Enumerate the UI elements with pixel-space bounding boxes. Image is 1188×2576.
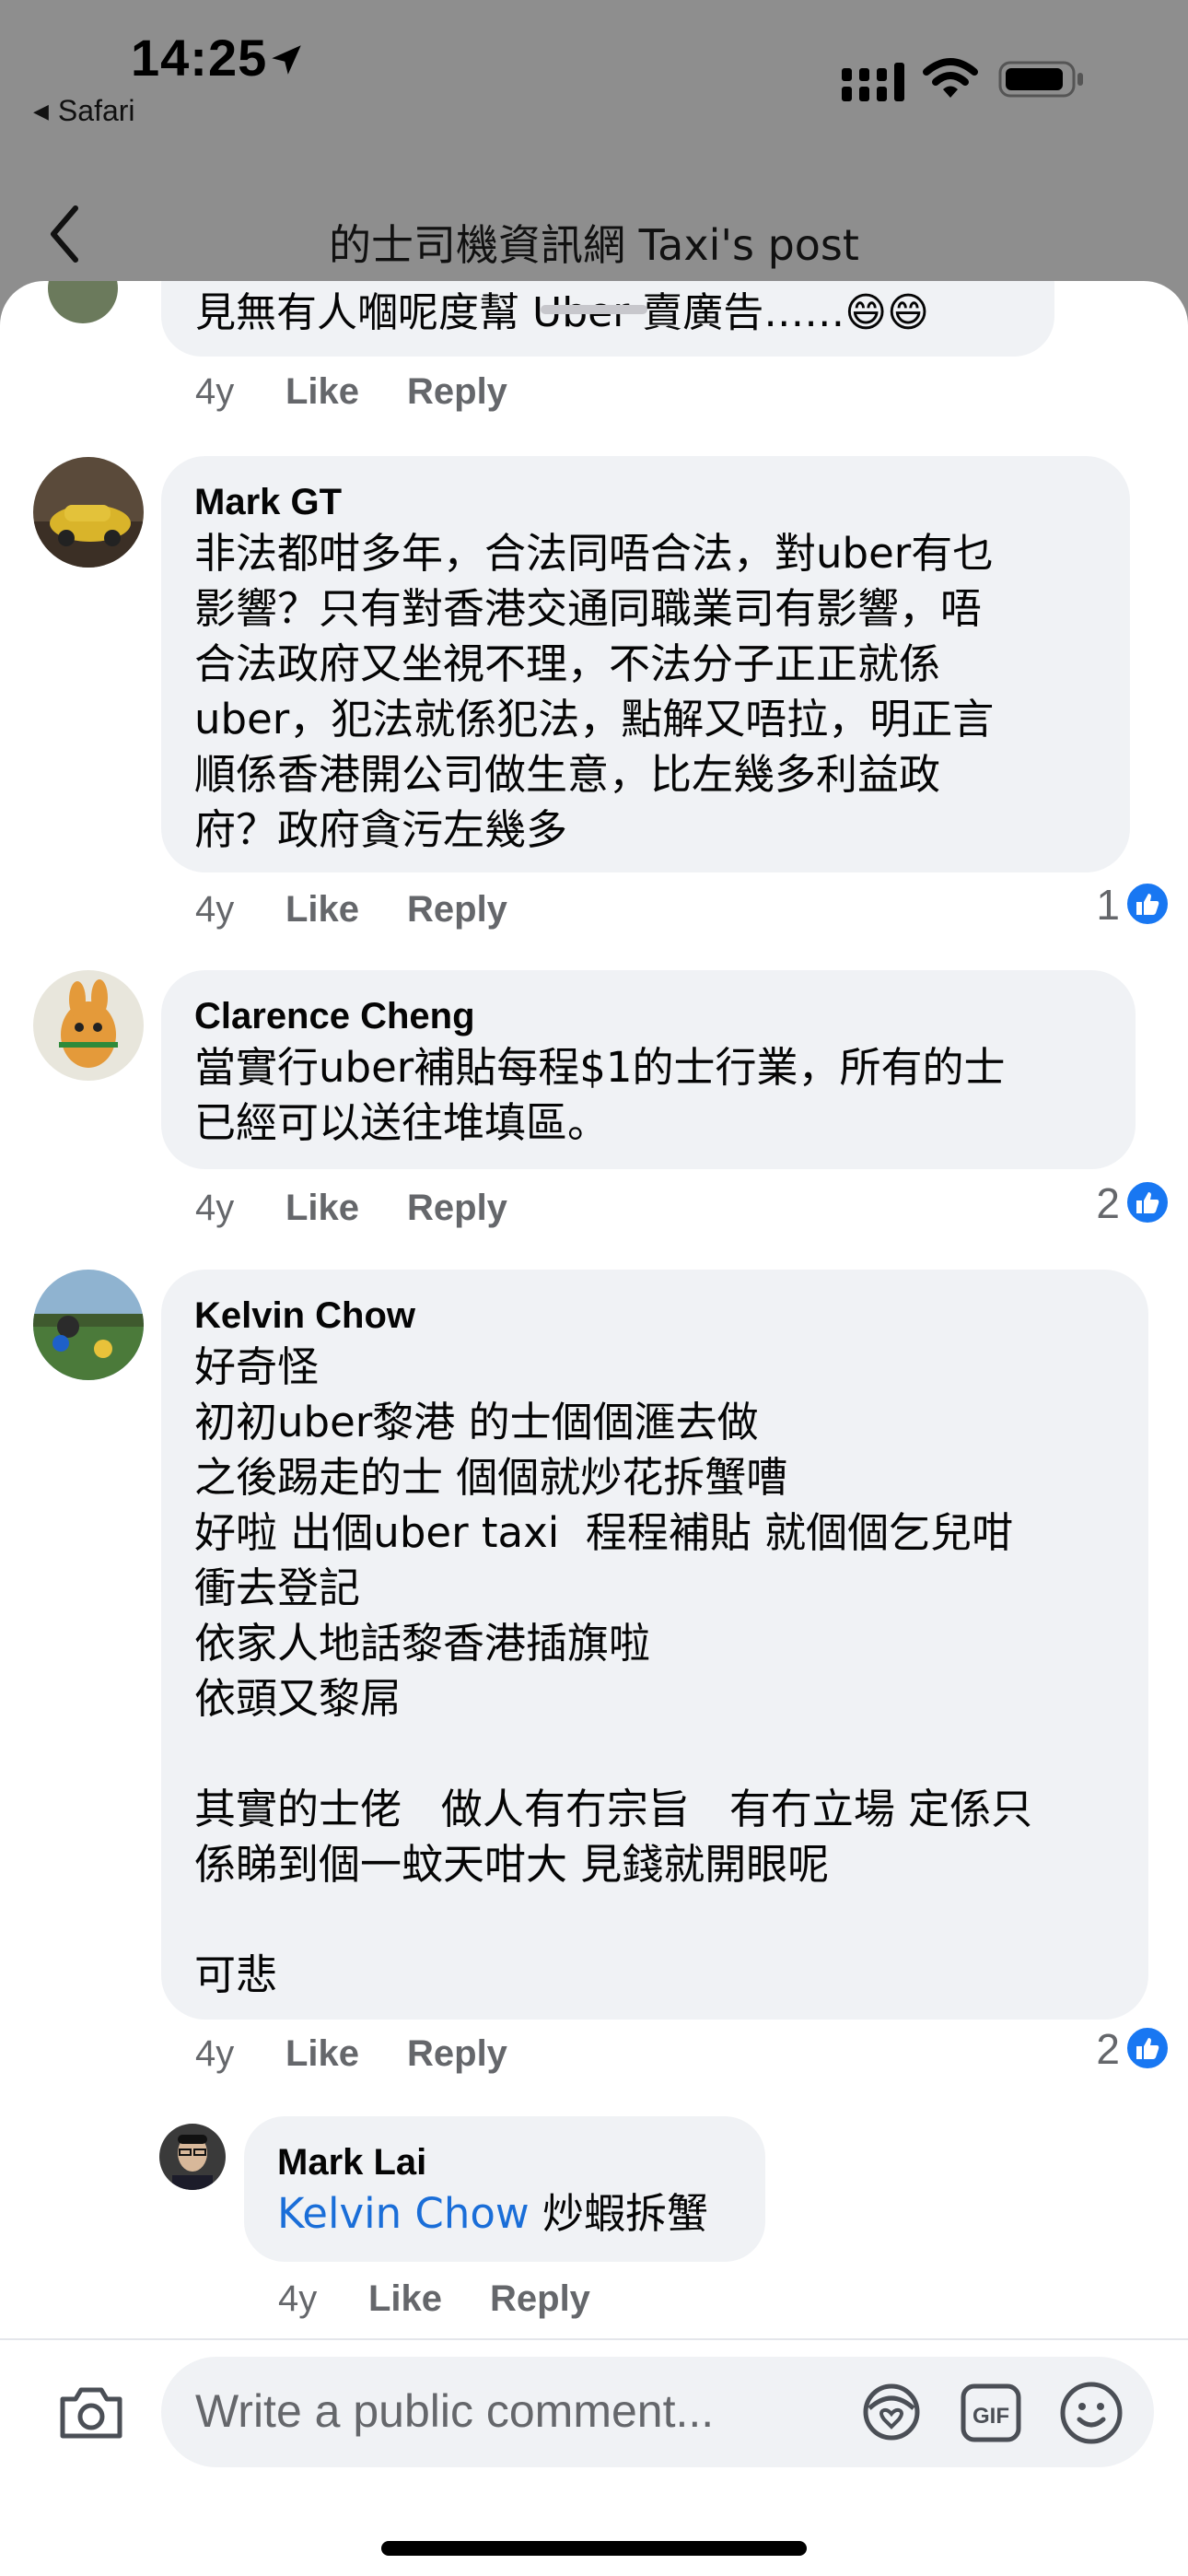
post-header: 的士司機資訊網 Taxi's post <box>0 184 1188 286</box>
status-bar: 14:25 ◀ Safari <box>0 0 1188 147</box>
home-indicator[interactable] <box>381 2541 807 2556</box>
status-time: 14:25 <box>131 29 268 87</box>
comment-bubble[interactable]: Mark GT 非法都咁多年，合法同唔合法，對uber有乜 影響？只有對香港交通… <box>161 456 1130 872</box>
reply-link[interactable]: Reply <box>407 2033 507 2075</box>
reaction-count: 2 <box>1096 2025 1120 2073</box>
page-title: 的士司機資訊網 Taxi's post <box>329 220 859 270</box>
thumbs-up-icon <box>1125 882 1170 926</box>
camera-icon[interactable] <box>57 2384 125 2441</box>
mention-link[interactable]: Kelvin Chow <box>277 2189 530 2238</box>
thumbs-up-icon <box>1125 1180 1170 1224</box>
reply-link[interactable]: Reply <box>407 1188 507 1229</box>
location-arrow-icon <box>272 45 301 75</box>
comment-bubble[interactable]: Clarence Cheng 當實行uber補貼每程$1的士行業，所有的士 已經… <box>161 970 1136 1169</box>
comment-author[interactable]: Mark GT <box>194 478 1097 526</box>
reaction-summary[interactable]: 1 <box>1077 880 1170 931</box>
avatar[interactable] <box>48 281 118 323</box>
reaction-summary[interactable]: 2 <box>1077 1178 1170 1230</box>
thumbs-up-icon <box>1125 2026 1170 2070</box>
wifi-icon <box>923 58 978 98</box>
avatar-sticker-icon[interactable] <box>858 2381 925 2445</box>
comment-bubble[interactable]: Mark Lai Kelvin Chow 炒蝦拆蟹 <box>244 2116 765 2262</box>
emoji-icon[interactable] <box>1059 2381 1124 2445</box>
gif-icon[interactable]: GIF <box>960 2383 1022 2443</box>
avatar[interactable] <box>33 970 144 1081</box>
back-to-app-link[interactable]: ◀ Safari <box>33 94 135 128</box>
like-link[interactable]: Like <box>285 889 359 931</box>
cellular-signal-icon <box>842 63 904 101</box>
like-link[interactable]: Like <box>285 371 359 413</box>
reply-link[interactable]: Reply <box>490 2278 590 2320</box>
comment-text: 好奇怪 初初uber黎港 的士個個滙去做 之後踢走的士 個個就炒花拆蟹嘈 好啦 … <box>194 1342 1033 1999</box>
comment-input-placeholder[interactable]: Write a public comment... <box>195 2384 714 2438</box>
comment-author[interactable]: Mark Lai <box>277 2138 732 2186</box>
back-app-label: Safari <box>57 94 135 127</box>
reaction-count: 1 <box>1096 881 1120 929</box>
comment-text: 當實行uber補貼每程$1的士行業，所有的士 已經可以送往堆填區。 <box>194 1043 1006 1147</box>
comment-text: Kelvin Chow 炒蝦拆蟹 <box>277 2186 732 2242</box>
reaction-count: 2 <box>1096 1179 1120 1227</box>
back-triangle-icon: ◀ <box>33 100 49 123</box>
svg-text:GIF: GIF <box>973 2404 1009 2429</box>
like-link[interactable]: Like <box>285 2033 359 2075</box>
comment-bubble[interactable]: 見無有人嗰呢度幫 Uber 賣廣告……😄😄 <box>161 281 1054 357</box>
reply-link[interactable]: Reply <box>407 371 507 413</box>
reaction-summary[interactable]: 2 <box>1077 2024 1170 2076</box>
comment-age: 4y <box>195 371 235 412</box>
like-link[interactable]: Like <box>368 2278 442 2320</box>
avatar[interactable] <box>159 2124 226 2190</box>
comment-age: 4y <box>278 2278 318 2319</box>
comments-sheet: 見無有人嗰呢度幫 Uber 賣廣告……😄😄 4y Like Reply Mark… <box>0 281 1188 2576</box>
comment-author[interactable]: Kelvin Chow <box>194 1292 1115 1340</box>
composer-divider <box>0 2338 1188 2340</box>
comment-age: 4y <box>195 1188 235 1228</box>
avatar[interactable] <box>33 457 144 568</box>
reply-text: 炒蝦拆蟹 <box>529 2189 709 2238</box>
comment-age: 4y <box>195 889 235 930</box>
reply-link[interactable]: Reply <box>407 889 507 931</box>
comment-bubble[interactable]: Kelvin Chow 好奇怪 初初uber黎港 的士個個滙去做 之後踢走的士 … <box>161 1270 1148 2020</box>
avatar[interactable] <box>33 1270 144 1380</box>
battery-icon <box>998 61 1083 98</box>
sheet-grabber[interactable] <box>541 305 647 314</box>
comment-text: 非法都咁多年，合法同唔合法，對uber有乜 影響？只有對香港交通同職業司有影響，… <box>194 529 995 854</box>
comment-age: 4y <box>195 2033 235 2074</box>
like-link[interactable]: Like <box>285 1188 359 1229</box>
comment-author[interactable]: Clarence Cheng <box>194 992 1102 1040</box>
